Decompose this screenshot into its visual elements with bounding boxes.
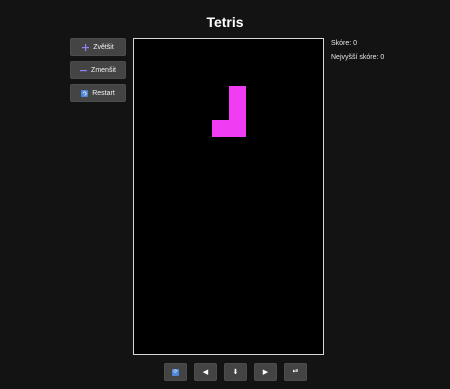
page-title: Tetris [206,14,244,30]
restart-button[interactable]: Restart [70,84,126,102]
rotate-button[interactable]: ⟳ [164,363,187,381]
side-button-panel: Zvětšit Zmenšit Restart [70,38,126,107]
left-button[interactable]: ◀ [194,363,217,381]
right-button[interactable]: ▶ [254,363,277,381]
score-panel: Skóre: 0 Nejvyšší skóre: 0 [331,40,384,68]
plus-icon [82,43,90,51]
rotate-icon: ⟳ [172,368,179,376]
piece-block [229,86,246,103]
piece-block [212,120,229,137]
drop-button[interactable]: ⏯ [284,363,307,381]
minus-icon [80,67,88,74]
tetris-page: Tetris Zvětšit Zmenšit Restart Skóre: 0 … [0,0,450,389]
restart-label: Restart [92,89,115,97]
piece-block [229,120,246,137]
left-arrow-icon: ◀ [202,369,209,376]
zoom-in-label: Zvětšit [93,43,114,51]
game-board[interactable] [133,38,324,355]
zoom-out-button[interactable]: Zmenšit [70,61,126,79]
right-arrow-icon: ▶ [262,369,269,376]
zoom-in-button[interactable]: Zvětšit [70,38,126,56]
control-bar: ⟳ ◀ ⬇ ▶ ⏯ [164,363,307,381]
drop-icon: ⏯ [292,368,299,375]
down-arrow-icon: ⬇ [232,369,239,376]
piece-block [229,103,246,120]
down-button[interactable]: ⬇ [224,363,247,381]
high-score-label: Nejvyšší skóre: 0 [331,54,385,61]
zoom-out-label: Zmenšit [91,66,116,74]
score-label: Skóre: 0 [331,40,358,47]
restart-icon [81,89,89,97]
